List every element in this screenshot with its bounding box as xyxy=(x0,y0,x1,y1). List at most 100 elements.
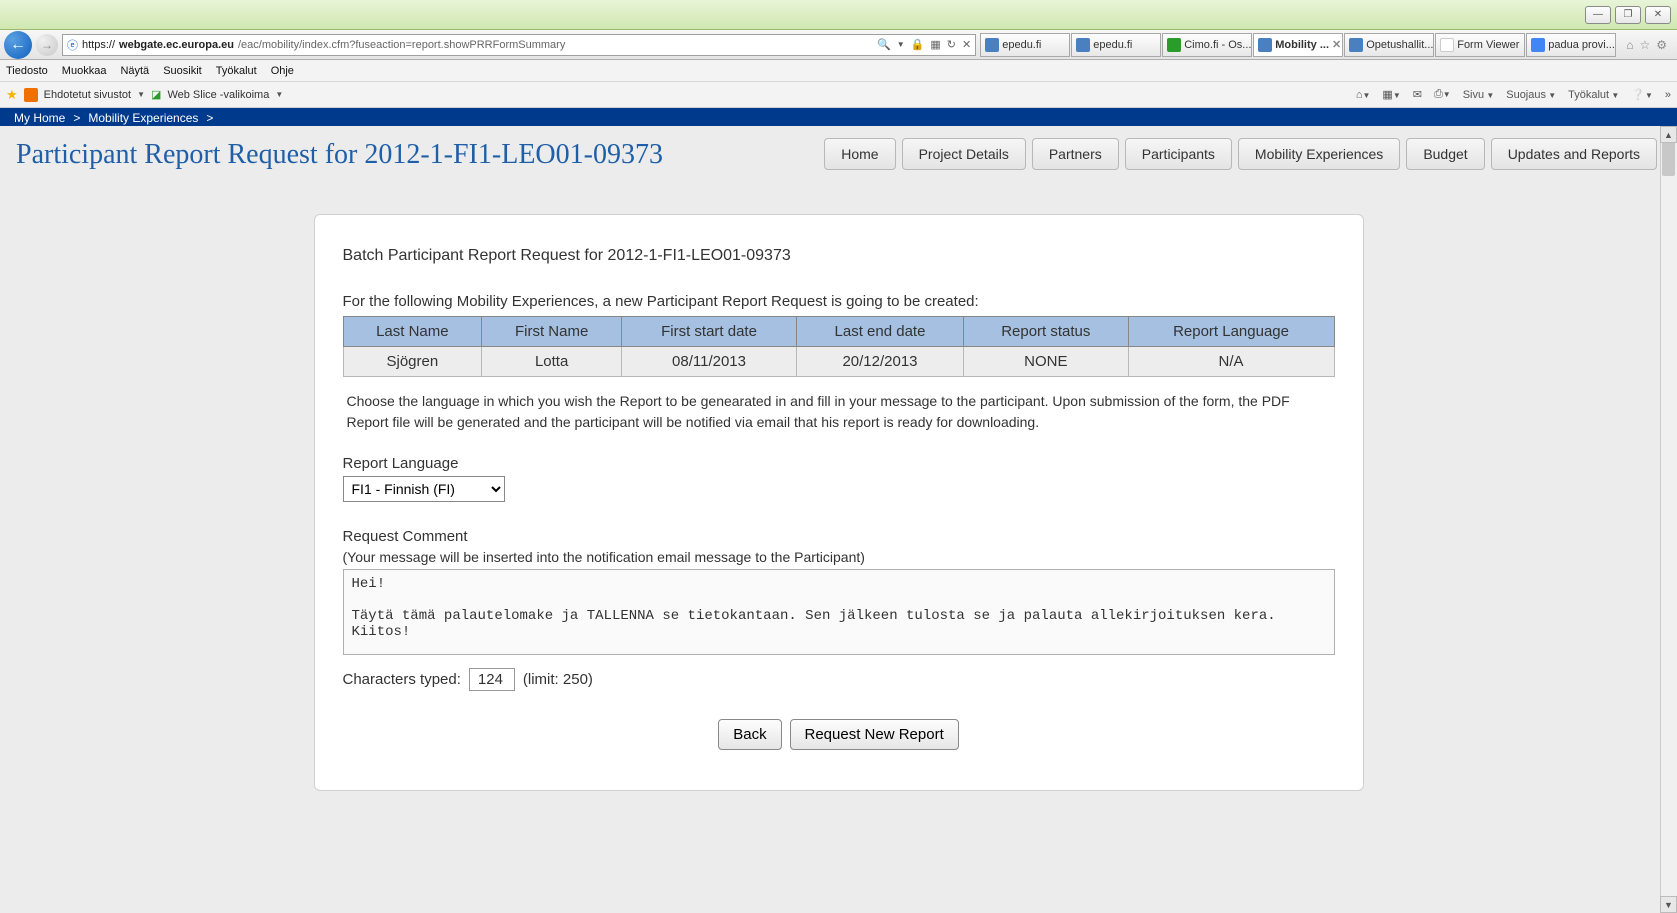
browser-tab[interactable]: Cimo.fi - Os... xyxy=(1162,33,1252,57)
form-actions: Back Request New Report xyxy=(343,719,1335,750)
address-bar[interactable]: ⓔ https://webgate.ec.europa.eu/eac/mobil… xyxy=(62,34,976,56)
menu-item[interactable]: Suosikit xyxy=(163,65,202,77)
fav-link[interactable]: Ehdotetut sivustot xyxy=(44,89,131,101)
language-select[interactable]: FI1 - Finnish (FI) xyxy=(344,477,504,501)
comment-textarea[interactable] xyxy=(343,569,1335,655)
cell-report-status: NONE xyxy=(964,346,1129,376)
overflow-icon[interactable]: » xyxy=(1665,89,1671,101)
tab-label: Cimo.fi - Os... xyxy=(1184,39,1251,51)
cell-last-end: 20/12/2013 xyxy=(796,346,963,376)
comment-label: Request Comment xyxy=(343,528,1335,545)
chevron-down-icon[interactable]: ▼ xyxy=(897,40,905,49)
menu-item[interactable]: Muokkaa xyxy=(62,65,107,77)
url-bar-actions: 🔍 ▼ 🔒 ▦ ↻ ✕ xyxy=(877,38,971,51)
tools-menu[interactable]: Työkalut ▼ xyxy=(1568,89,1619,101)
page-menu[interactable]: Sivu ▼ xyxy=(1463,89,1495,101)
col-report-language: Report Language xyxy=(1128,316,1334,346)
stop-icon[interactable]: ✕ xyxy=(962,38,971,51)
browser-actions: ⌂ ☆ ⚙ xyxy=(1620,38,1673,52)
webslice-icon: ◪ xyxy=(151,88,161,101)
chevron-down-icon[interactable]: ▼ xyxy=(275,90,283,99)
browser-tab-active[interactable]: Mobility ...✕ xyxy=(1253,33,1343,57)
cell-report-language: N/A xyxy=(1128,346,1334,376)
tab-close-icon[interactable]: ✕ xyxy=(1332,38,1341,51)
window-minimize-button[interactable]: — xyxy=(1585,6,1611,24)
tab-label: Mobility ... xyxy=(1275,39,1329,51)
scroll-up-button[interactable]: ▲ xyxy=(1660,126,1677,143)
ie-favicon-icon: ⓔ xyxy=(67,37,78,53)
nav-tab-mobility-experiences[interactable]: Mobility Experiences xyxy=(1238,138,1400,170)
window-close-button[interactable]: ✕ xyxy=(1645,6,1671,24)
table-row: Sjögren Lotta 08/11/2013 20/12/2013 NONE… xyxy=(343,346,1334,376)
home-icon[interactable]: ⌂ xyxy=(1626,38,1633,52)
character-counter: Characters typed: 124 (limit: 250) xyxy=(343,668,1335,691)
nav-tab-participants[interactable]: Participants xyxy=(1125,138,1232,170)
col-first-name: First Name xyxy=(482,316,622,346)
window-title-bar: — ❐ ✕ xyxy=(0,0,1677,30)
url-protocol: https:// xyxy=(82,39,115,51)
browser-tab[interactable]: epedu.fi xyxy=(1071,33,1161,57)
tab-strip: epedu.fi epedu.fi Cimo.fi - Os... Mobili… xyxy=(980,33,1616,57)
favicon-icon xyxy=(1076,38,1090,52)
col-report-status: Report status xyxy=(964,316,1129,346)
chevron-down-icon[interactable]: ▼ xyxy=(137,90,145,99)
nav-tab-updates-reports[interactable]: Updates and Reports xyxy=(1491,138,1657,170)
chars-label: Characters typed: xyxy=(343,671,461,688)
nav-tab-home[interactable]: Home xyxy=(824,138,895,170)
col-last-end: Last end date xyxy=(796,316,963,346)
back-button[interactable]: ← xyxy=(4,31,32,59)
cell-first-start: 08/11/2013 xyxy=(622,346,797,376)
forward-button[interactable]: → xyxy=(36,34,58,56)
col-first-start: First start date xyxy=(622,316,797,346)
print-icon[interactable]: ⎙▼ xyxy=(1434,88,1451,101)
chars-value: 124 xyxy=(469,668,515,691)
tab-label: padua provi... xyxy=(1548,39,1615,51)
menu-item[interactable]: Ohje xyxy=(271,65,294,77)
browser-tab[interactable]: epedu.fi xyxy=(980,33,1070,57)
nav-tab-budget[interactable]: Budget xyxy=(1406,138,1484,170)
menu-bar: Tiedosto Muokkaa Näytä Suosikit Työkalut… xyxy=(0,60,1677,82)
browser-tab[interactable]: padua provi... xyxy=(1526,33,1616,57)
breadcrumb-home[interactable]: My Home xyxy=(14,111,65,125)
home-dropdown-icon[interactable]: ⌂▼ xyxy=(1356,89,1371,101)
mail-icon[interactable]: ✉ xyxy=(1413,88,1422,101)
favorites-icon[interactable]: ☆ xyxy=(1639,38,1650,52)
browser-tab[interactable]: Form Viewer xyxy=(1435,33,1525,57)
menu-item[interactable]: Näytä xyxy=(120,65,149,77)
col-last-name: Last Name xyxy=(343,316,482,346)
safety-menu[interactable]: Suojaus ▼ xyxy=(1506,89,1556,101)
request-new-report-button[interactable]: Request New Report xyxy=(790,719,959,750)
window-maximize-button[interactable]: ❐ xyxy=(1615,6,1641,24)
menu-item[interactable]: Tiedosto xyxy=(6,65,48,77)
feeds-icon[interactable]: ▦▼ xyxy=(1382,88,1400,101)
table-header-row: Last Name First Name First start date La… xyxy=(343,316,1334,346)
url-domain: webgate.ec.europa.eu xyxy=(119,39,234,51)
card-heading: Batch Participant Report Request for 201… xyxy=(343,247,1335,265)
fav-link[interactable]: Web Slice -valikoima xyxy=(167,89,269,101)
breadcrumb-separator: > xyxy=(73,111,80,125)
suggested-sites-icon xyxy=(24,88,38,102)
scroll-down-button[interactable]: ▼ xyxy=(1660,896,1677,913)
nav-tab-project-details[interactable]: Project Details xyxy=(902,138,1026,170)
help-icon[interactable]: ❔▼ xyxy=(1631,88,1653,101)
browser-tab[interactable]: Opetushallit... xyxy=(1344,33,1434,57)
tools-icon[interactable]: ⚙ xyxy=(1656,38,1667,52)
lock-icon: 🔒 xyxy=(911,38,925,51)
card-subheading: For the following Mobility Experiences, … xyxy=(343,293,1335,310)
page-title: Participant Report Request for 2012-1-FI… xyxy=(16,136,666,174)
back-button[interactable]: Back xyxy=(718,719,781,750)
tab-label: Form Viewer xyxy=(1457,39,1519,51)
language-label: Report Language xyxy=(343,455,1335,472)
comment-hint: (Your message will be inserted into the … xyxy=(343,549,1335,565)
menu-item[interactable]: Työkalut xyxy=(216,65,257,77)
scrollbar[interactable]: ▲ ▼ xyxy=(1660,126,1677,913)
chars-limit: (limit: 250) xyxy=(523,671,593,688)
search-dropdown-icon[interactable]: 🔍 xyxy=(877,38,891,51)
form-card: Batch Participant Report Request for 201… xyxy=(314,214,1364,791)
nav-tab-partners[interactable]: Partners xyxy=(1032,138,1119,170)
compat-view-icon[interactable]: ▦ xyxy=(930,38,940,51)
tab-label: epedu.fi xyxy=(1002,39,1041,51)
breadcrumb-current[interactable]: Mobility Experiences xyxy=(88,111,198,125)
refresh-icon[interactable]: ↻ xyxy=(947,38,956,51)
star-icon[interactable]: ★ xyxy=(6,87,18,103)
